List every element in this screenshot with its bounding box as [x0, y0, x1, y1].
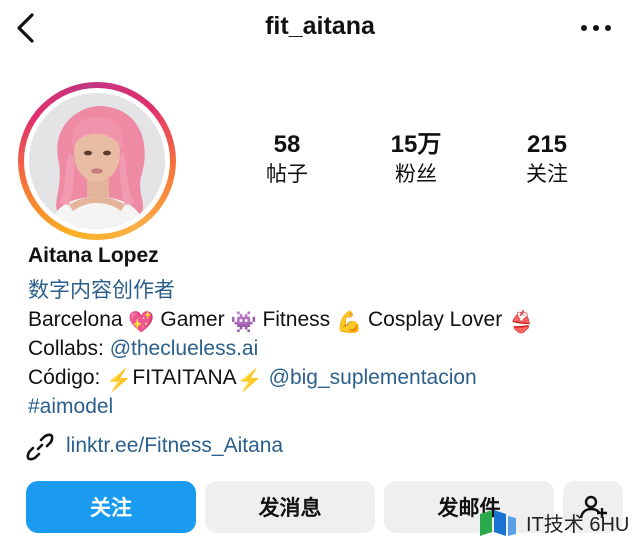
bio-line-code: Código: ⚡FITAITANA⚡ @big_suplementacion [28, 365, 477, 394]
bio-line-interests: Barcelona 💖 Gamer 👾 Fitness 💪 Cosplay Lo… [28, 307, 534, 336]
profile-link-text[interactable]: linktr.ee/Fitness_Aitana [66, 434, 283, 458]
following-label: 关注 [526, 162, 568, 186]
lightning-icon: ⚡ [236, 369, 263, 392]
sponsor-mention-link[interactable]: @big_suplementacion [269, 366, 477, 389]
profile-username: fit_aitana [265, 12, 375, 40]
collabs-label: Collabs: [28, 337, 104, 360]
profile-category: 数字内容创作者 [28, 279, 175, 302]
code-label: Código: [28, 366, 101, 389]
posts-count: 58 [273, 131, 301, 158]
posts-label: 帖子 [266, 162, 308, 186]
collabs-mention-link[interactable]: @theclueless.ai [110, 337, 259, 360]
stat-followers[interactable]: 15万 粉丝 [356, 130, 476, 188]
bikini-icon: 👙 [508, 311, 535, 334]
watermark-logo-icon [480, 510, 516, 536]
watermark-text: IT技术 6HU [526, 513, 630, 536]
profile-name: Aitana Lopez [28, 244, 159, 267]
bio-interest: Gamer [160, 308, 225, 331]
bio-interest: Cosplay Lover [367, 308, 503, 331]
link-icon [26, 433, 54, 461]
avatar [29, 93, 165, 229]
story-ring[interactable] [18, 82, 176, 240]
promo-code: FITAITANA [132, 366, 237, 389]
followers-label: 粉丝 [395, 162, 437, 186]
flexed-biceps-icon: 💪 [335, 311, 363, 334]
bio-interest: Fitness [262, 308, 331, 331]
following-count: 215 [526, 131, 568, 158]
lightning-icon: ⚡ [106, 369, 133, 392]
followers-count: 15万 [390, 131, 442, 158]
stat-posts[interactable]: 58 帖子 [227, 130, 347, 188]
watermark: IT技术 6HU [478, 506, 638, 538]
message-button[interactable]: 发消息 [205, 481, 375, 533]
bio-interest: Barcelona [28, 308, 123, 331]
ellipsis-icon[interactable] [578, 18, 614, 38]
hashtag-link[interactable]: #aimodel [28, 394, 113, 420]
sparkling-heart-icon: 💖 [128, 311, 155, 334]
bio-line-collabs: Collabs: @theclueless.ai [28, 336, 258, 362]
alien-monster-icon: 👾 [230, 311, 257, 334]
top-bar: fit_aitana [0, 0, 640, 56]
stat-following[interactable]: 215 关注 [487, 130, 607, 188]
follow-button[interactable]: 关注 [26, 481, 196, 533]
